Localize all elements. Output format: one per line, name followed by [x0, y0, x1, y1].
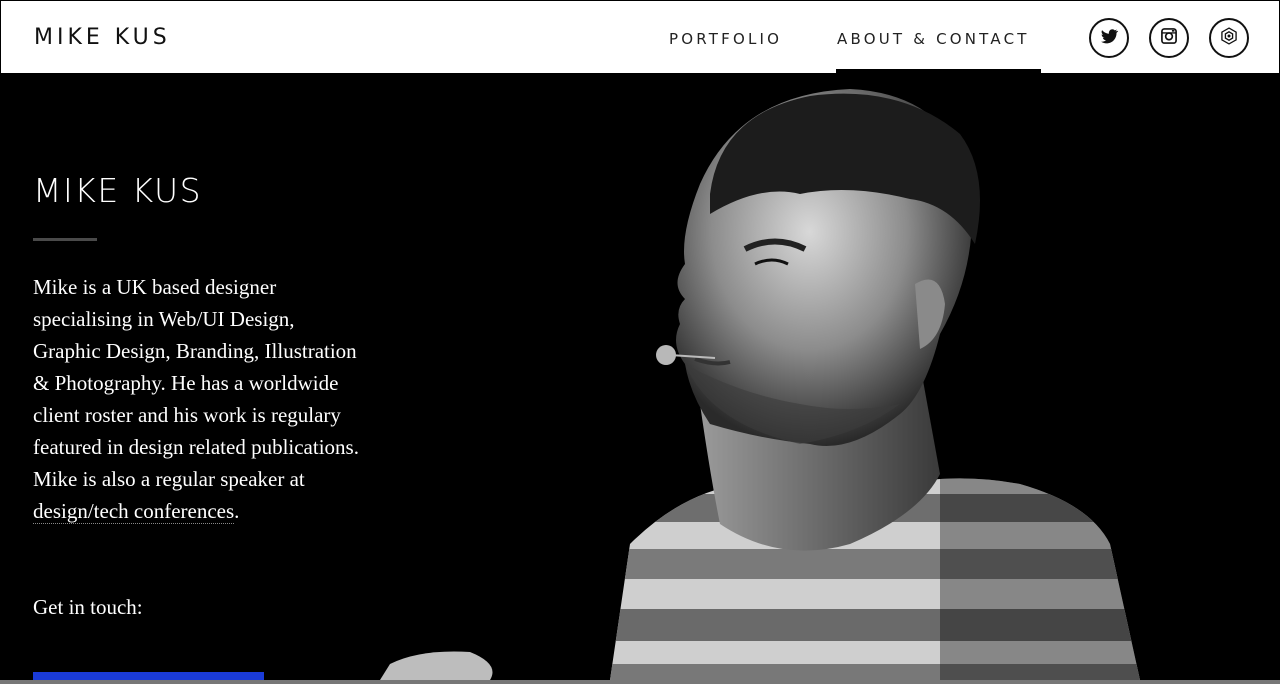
contact-button[interactable]	[33, 672, 264, 680]
nav-portfolio[interactable]: PORTFOLIO	[669, 30, 782, 48]
page-title: MIKE KUS	[33, 171, 203, 210]
title-divider	[33, 238, 97, 241]
twitter-link[interactable]	[1089, 18, 1129, 58]
bio-end: .	[234, 499, 240, 523]
about-hero: MIKE KUS Mike is a UK based designer spe…	[0, 74, 1280, 680]
instagram-link[interactable]	[1149, 18, 1189, 58]
portrait-photo	[380, 89, 1140, 680]
page-bottom-edge	[0, 680, 1280, 684]
twitter-icon	[1099, 26, 1119, 51]
dribbble-icon	[1219, 26, 1239, 51]
conferences-link[interactable]: design/tech conferences	[33, 499, 235, 524]
site-logo[interactable]: MIKE KUS	[34, 26, 171, 50]
bio-paragraph: Mike is a UK based designer specialising…	[33, 271, 363, 527]
dribbble-link[interactable]	[1209, 18, 1249, 58]
get-in-touch-label: Get in touch:	[33, 595, 143, 619]
site-header: MIKE KUS PORTFOLIO ABOUT & CONTACT	[0, 0, 1280, 74]
nav-about-contact[interactable]: ABOUT & CONTACT	[837, 30, 1030, 48]
instagram-icon	[1159, 26, 1179, 51]
bio-text: Mike is a UK based designer specialising…	[33, 275, 359, 491]
